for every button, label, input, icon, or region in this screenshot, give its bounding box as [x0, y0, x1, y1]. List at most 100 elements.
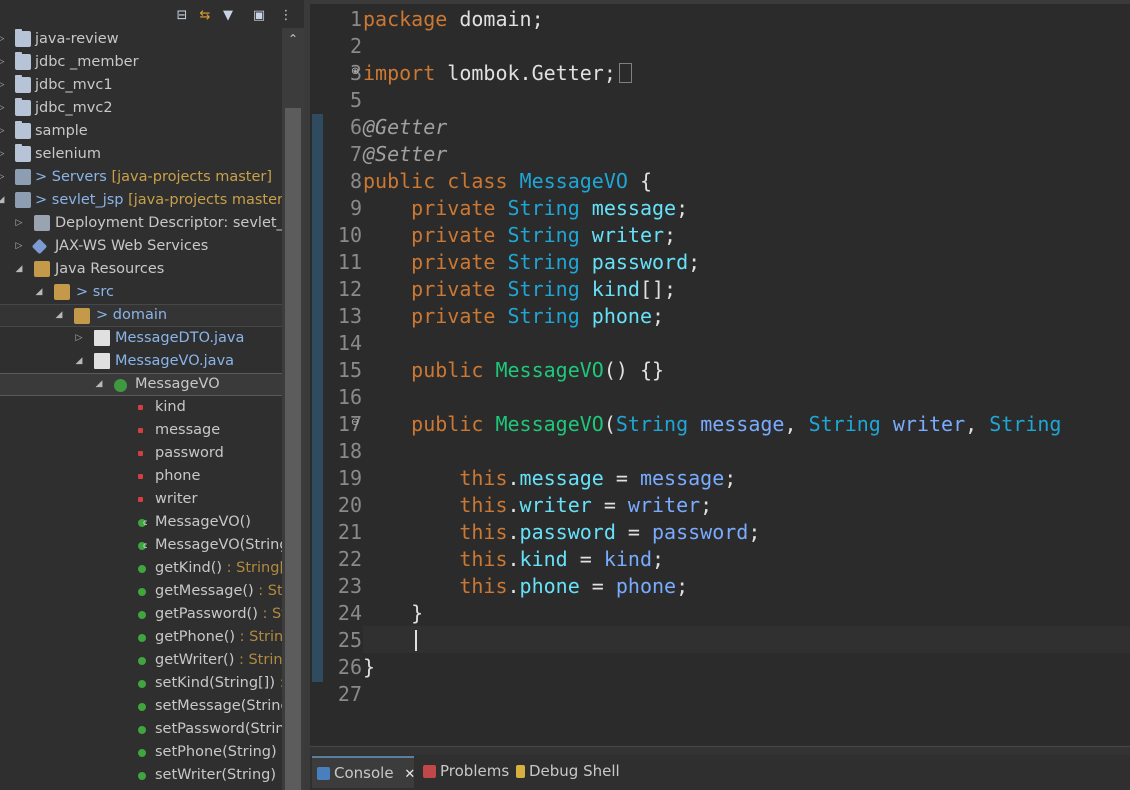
code-line[interactable]: package domain;: [363, 6, 544, 33]
filter-icon[interactable]: ▼: [220, 8, 236, 24]
tree-item[interactable]: phone: [0, 465, 282, 488]
tree-item[interactable]: ▷ jdbc_mvc2: [0, 97, 282, 120]
tree-item-label: phone: [155, 468, 201, 484]
expand-icon[interactable]: ▷: [0, 28, 6, 51]
collapse-icon[interactable]: ◢: [34, 281, 44, 304]
expand-icon[interactable]: ▷: [14, 212, 24, 235]
expand-icon[interactable]: ▷: [14, 235, 24, 258]
tree-item[interactable]: ◢ MessageVO: [0, 373, 282, 396]
code-line[interactable]: }: [363, 600, 423, 627]
tree-item[interactable]: writer: [0, 488, 282, 511]
collapse-icon[interactable]: ◢: [0, 189, 6, 212]
tree-item[interactable]: message: [0, 419, 282, 442]
code-line[interactable]: this.writer = writer;: [363, 492, 712, 519]
tree-item[interactable]: password: [0, 442, 282, 465]
deployment-descriptor-icon: [34, 215, 50, 231]
method-icon: [138, 611, 146, 619]
code-token: }: [363, 601, 424, 625]
code-line[interactable]: private String kind[];: [363, 276, 676, 303]
fold-collapse-icon[interactable]: ⊖: [351, 417, 359, 428]
collapse-all-icon[interactable]: ⊟: [174, 8, 190, 24]
tree-item[interactable]: ▷ > Servers [java-projects master]: [0, 166, 282, 189]
tree-item[interactable]: getPhone() : String: [0, 626, 282, 649]
code-line[interactable]: import lombok.Getter;: [363, 60, 632, 87]
git-branch-label: [java-projects master]: [111, 169, 273, 185]
tree-item[interactable]: ◢ MessageVO.java: [0, 350, 282, 373]
tree-item-label: jdbc_mvc2: [35, 100, 113, 116]
expand-icon[interactable]: ▷: [0, 166, 6, 189]
close-icon[interactable]: ✕: [404, 767, 415, 782]
expand-icon[interactable]: ▷: [74, 327, 84, 350]
expand-icon[interactable]: ▷: [0, 120, 6, 143]
view-menu-icon[interactable]: ⋮: [278, 8, 294, 24]
collapsed-imports-marker[interactable]: [618, 63, 632, 83]
code-editor[interactable]: 1 package domain; 2 3 ⊕ import lombok.Getter;…: [310, 4, 1130, 746]
code-token: domain;: [447, 7, 544, 31]
code-line[interactable]: this.password = password;: [363, 519, 760, 546]
line-number: 22: [337, 547, 362, 571]
tree-item[interactable]: ◢ > sevlet_jsp [java-projects master]: [0, 189, 282, 212]
code-line[interactable]: this.message = message;: [363, 465, 736, 492]
link-with-editor-icon[interactable]: ⇆: [197, 8, 213, 24]
code-line[interactable]: private String message;: [363, 195, 688, 222]
tree-item[interactable]: setPhone(String) : void: [0, 741, 282, 764]
tree-item[interactable]: ◢ > domain: [0, 304, 282, 327]
scroll-thumb[interactable]: [285, 108, 301, 790]
tree-item[interactable]: ▷ jdbc _member: [0, 51, 282, 74]
tree-item[interactable]: kind: [0, 396, 282, 419]
fold-expand-icon[interactable]: ⊕: [351, 66, 359, 77]
code-line[interactable]: private String phone;: [363, 303, 664, 330]
tree-item[interactable]: getPassword() : String: [0, 603, 282, 626]
package-icon: [74, 308, 90, 324]
tree-item[interactable]: ▷ java-review: [0, 28, 282, 51]
code-line[interactable]: this.phone = phone;: [363, 573, 688, 600]
scroll-up-icon[interactable]: ⌃: [282, 28, 304, 50]
tree-item[interactable]: getMessage() : String: [0, 580, 282, 603]
code-token: ,: [965, 412, 990, 436]
expand-icon[interactable]: ▷: [0, 74, 6, 97]
tab-console[interactable]: Console ✕: [312, 756, 415, 788]
tree-item[interactable]: ▷ selenium: [0, 143, 282, 166]
code-line[interactable]: public class MessageVO {: [363, 168, 652, 195]
tab-debug-shell[interactable]: Debug Shell: [511, 756, 620, 788]
code-line[interactable]: @Setter: [363, 141, 447, 168]
tree-item[interactable]: getKind() : String[]: [0, 557, 282, 580]
expand-icon[interactable]: ▷: [0, 143, 6, 166]
tree-item[interactable]: MessageVO(): [0, 511, 282, 534]
tree-item[interactable]: ▷ JAX-WS Web Services: [0, 235, 282, 258]
explorer-scrollbar[interactable]: ⌃: [282, 28, 304, 790]
code-line[interactable]: private String password;: [363, 249, 700, 276]
expand-icon[interactable]: ▷: [0, 51, 6, 74]
code-line[interactable]: public MessageVO(String message, String …: [363, 411, 1061, 438]
code-line[interactable]: this.kind = kind;: [363, 546, 664, 573]
tree-item[interactable]: ▷ MessageDTO.java: [0, 327, 282, 350]
tree-item[interactable]: MessageVO(String,: [0, 534, 282, 557]
code-line[interactable]: public MessageVO() {}: [363, 357, 664, 384]
method-icon: [138, 772, 146, 780]
tree-item[interactable]: setKind(String[]) : void: [0, 672, 282, 695]
tree-item-label: setWriter(String) : void: [155, 764, 282, 787]
code-token: phone: [615, 574, 677, 598]
tree-item[interactable]: ▷ jdbc_mvc1: [0, 74, 282, 97]
code-line[interactable]: private String writer;: [363, 222, 676, 249]
collapse-icon[interactable]: ◢: [14, 258, 24, 281]
code-token: String: [808, 412, 893, 436]
tree-item[interactable]: ▷ Deployment Descriptor: sevlet_jsp: [0, 212, 282, 235]
method-icon: [138, 749, 146, 757]
collapse-icon[interactable]: ◢: [74, 350, 84, 373]
tree-item[interactable]: setMessage(String) : void: [0, 695, 282, 718]
code-line[interactable]: @Getter: [363, 114, 447, 141]
code-line[interactable]: }: [363, 654, 375, 681]
tree-item[interactable]: ▷ sample: [0, 120, 282, 143]
collapse-icon[interactable]: ◢: [94, 374, 104, 395]
tree-item[interactable]: setPassword(String) : void: [0, 718, 282, 741]
expand-icon[interactable]: ▷: [0, 97, 6, 120]
tree-item[interactable]: ◢ > src: [0, 281, 282, 304]
tree-item[interactable]: ◢ Java Resources: [0, 258, 282, 281]
tree-item[interactable]: setWriter(String) : void: [0, 764, 282, 787]
tree-item[interactable]: getWriter() : String: [0, 649, 282, 672]
tab-problems[interactable]: Problems: [418, 756, 509, 788]
method-icon: [138, 565, 146, 573]
collapse-icon[interactable]: ◢: [54, 305, 64, 326]
focus-icon[interactable]: ▣: [251, 8, 267, 24]
